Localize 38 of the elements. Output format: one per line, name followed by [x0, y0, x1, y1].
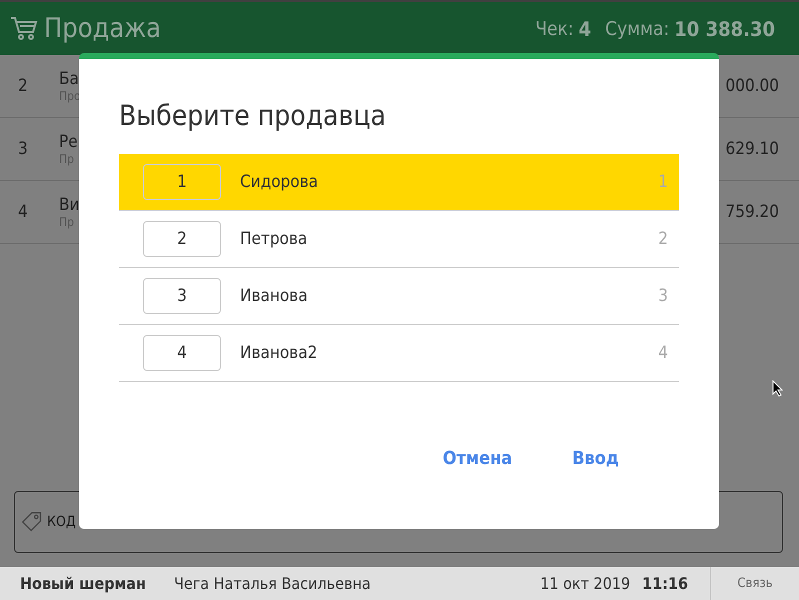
check-number: 4	[578, 16, 592, 40]
cursor-icon	[772, 380, 783, 397]
code-placeholder: КОД	[47, 514, 76, 530]
item-amount: 629.10	[726, 139, 779, 159]
check-label: Чек:	[535, 18, 574, 40]
seller-key: 3	[143, 278, 221, 314]
row-number: 3	[18, 139, 29, 159]
seller-name: Иванова	[240, 286, 308, 306]
seller-code: 4	[658, 343, 668, 363]
time-text: 11:16	[642, 574, 688, 593]
seller-name: Петрова	[240, 229, 308, 249]
item-name: Ви	[59, 195, 80, 215]
tag-icon	[21, 511, 43, 533]
dialog-button[interactable]: Отмена	[442, 444, 512, 473]
item-amount: 000.00	[726, 76, 779, 96]
sum-value: 10 388.30	[674, 16, 775, 40]
item-amount: 759.20	[726, 202, 779, 222]
row-number: 4	[18, 202, 29, 222]
cart-icon	[10, 16, 38, 42]
row-number: 2	[18, 76, 29, 96]
cashier-name: Чега Наталья Васильевна	[174, 574, 371, 593]
item-name: Ба	[59, 69, 80, 89]
screen-title: Продажа	[44, 13, 162, 44]
seller-key: 1	[143, 164, 221, 200]
seller-code: 1	[658, 172, 668, 192]
seller-row[interactable]: 1 Сидорова 1	[119, 154, 679, 211]
seller-key: 4	[143, 335, 221, 371]
seller-code: 3	[658, 286, 668, 306]
seller-name: Иванова2	[240, 343, 318, 363]
dialog-title: Выберите продавца	[119, 99, 387, 132]
seller-name: Сидорова	[240, 172, 318, 192]
item-name: Ре	[59, 132, 78, 152]
shop-name: Новый шерман	[20, 574, 147, 593]
dialog-button[interactable]: Ввод	[572, 444, 619, 473]
seller-key: 2	[143, 221, 221, 257]
seller-code: 2	[658, 229, 668, 249]
sum-label: Сумма:	[605, 18, 670, 40]
date-text: 11 окт 2019	[540, 574, 630, 593]
